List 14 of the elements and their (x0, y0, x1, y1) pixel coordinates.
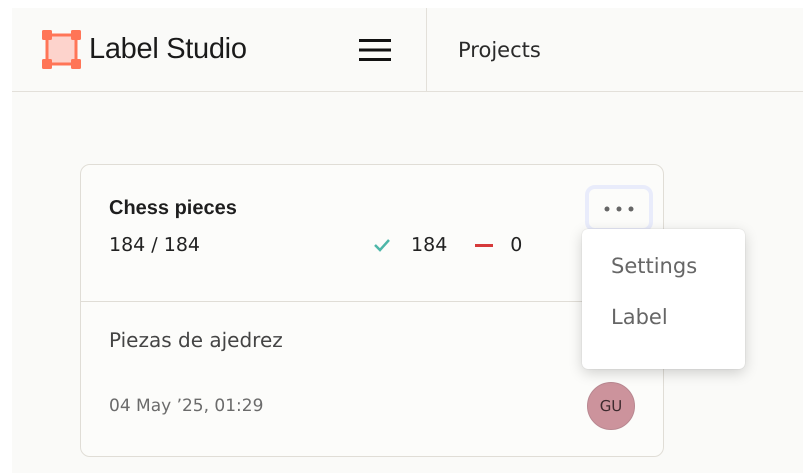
project-title: Chess pieces (109, 197, 237, 220)
more-icon (604, 206, 634, 212)
logo-icon (42, 30, 81, 69)
project-description: Piezas de ajedrez (109, 328, 284, 352)
brand-name: Label Studio (89, 33, 247, 66)
created-date: 04 May ’25, 01:29 (109, 396, 264, 416)
minus-icon (475, 244, 494, 246)
user-avatar: GU (587, 382, 635, 430)
menu-icon (359, 38, 391, 62)
check-icon (373, 238, 392, 252)
menu-button[interactable] (359, 38, 391, 62)
skipped-count: 0 (510, 234, 522, 256)
breadcrumb[interactable]: Projects (458, 38, 541, 62)
completed-count: 184 (411, 234, 448, 256)
